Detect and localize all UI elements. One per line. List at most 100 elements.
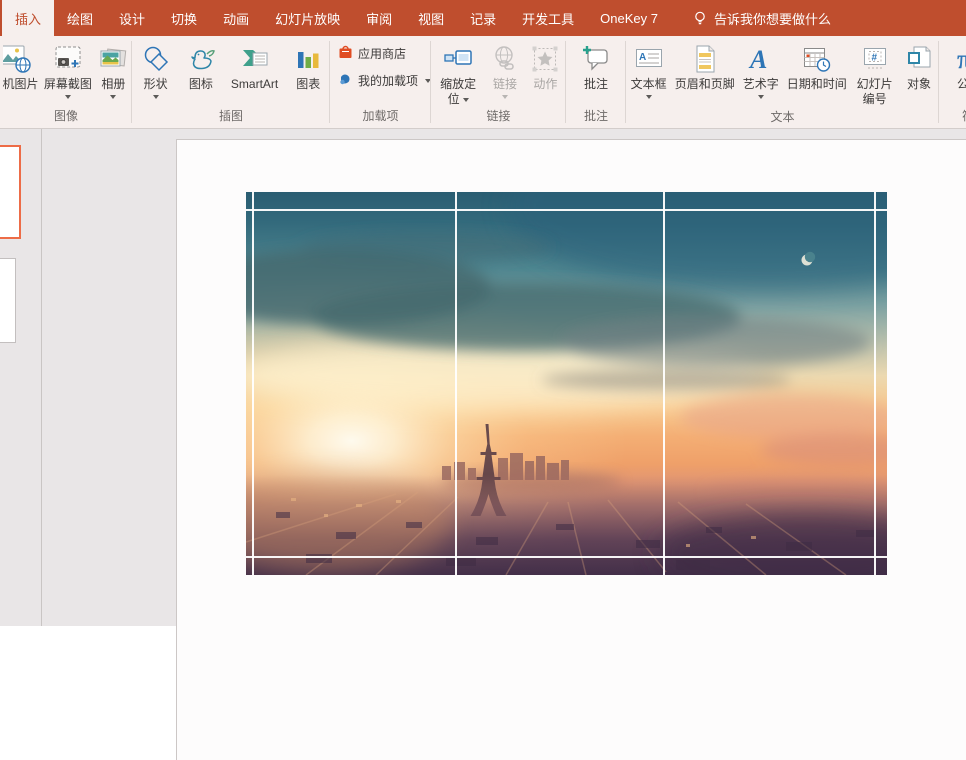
- screenshot-icon: [53, 40, 83, 77]
- button-label2: 位: [448, 92, 460, 106]
- button-label: 屏幕截图: [44, 77, 92, 92]
- tab-label: 审阅: [366, 9, 392, 28]
- comment-button[interactable]: 批注: [572, 39, 620, 93]
- tab-view[interactable]: 视图: [405, 0, 457, 36]
- slide-thumbnail-panel[interactable]: [0, 129, 42, 626]
- icons-button[interactable]: 图标: [179, 39, 222, 93]
- button-label: 批注: [584, 77, 608, 92]
- shapes-button[interactable]: 形状: [132, 39, 179, 100]
- link-button: 链接: [485, 39, 524, 100]
- object-button[interactable]: 对象: [899, 39, 939, 93]
- dropdown-arrow-icon: [110, 95, 116, 99]
- button-label: 文本框: [631, 77, 667, 92]
- online-pictures-button[interactable]: 机图片: [0, 39, 41, 93]
- photo-album-button[interactable]: 相册: [95, 39, 132, 100]
- store-button[interactable]: 应用商店: [338, 44, 406, 62]
- slide-number-button[interactable]: # 幻灯片 编号: [850, 39, 899, 108]
- textbox-button[interactable]: A 文本框: [626, 39, 671, 100]
- slide-picture-paris-sunset[interactable]: [246, 192, 887, 575]
- slide-thumbnail-2[interactable]: [0, 258, 16, 343]
- dropdown-arrow-icon: [502, 95, 508, 99]
- button-label: 应用商店: [358, 45, 406, 62]
- svg-text:A: A: [639, 52, 646, 63]
- equation-icon: π: [954, 40, 966, 77]
- dropdown-arrow-icon: [463, 98, 469, 102]
- tell-me-box[interactable]: 告诉我你想要做什么: [681, 0, 843, 36]
- tab-slideshow[interactable]: 幻灯片放映: [262, 0, 353, 36]
- tab-insert[interactable]: 插入: [2, 0, 54, 36]
- button-label: 日期和时间: [787, 77, 847, 92]
- button-label: 动作: [533, 77, 557, 92]
- button-label: 页眉和页脚: [675, 77, 735, 92]
- button-label: SmartArt: [231, 77, 278, 92]
- online-pictures-icon: [3, 40, 37, 77]
- ribbon-insert: 机图片 屏幕截图: [0, 36, 966, 129]
- dropdown-arrow-icon: [646, 95, 652, 99]
- button-label: 艺术字: [743, 77, 779, 92]
- svg-text:A: A: [748, 45, 767, 74]
- group-label-addins: 加载项: [330, 107, 431, 128]
- dropdown-arrow-icon: [153, 95, 159, 99]
- button-label: 链接: [493, 77, 517, 92]
- smartart-button[interactable]: SmartArt: [223, 39, 287, 93]
- button-label: 图标: [189, 77, 213, 92]
- svg-text:#: #: [871, 52, 877, 63]
- tab-label: 插入: [15, 9, 41, 28]
- grid-line-vertical-3: [663, 192, 665, 575]
- header-footer-icon: [692, 40, 718, 77]
- grid-line-vertical-2: [455, 192, 457, 575]
- tab-label: 幻灯片放映: [275, 9, 340, 28]
- hyperlink-icon: [490, 40, 520, 77]
- slide-thumbnail-1-selected[interactable]: [0, 145, 21, 239]
- grid-line-horizontal-1: [246, 209, 887, 211]
- button-label: 缩放定: [440, 77, 476, 92]
- datetime-button[interactable]: 日期和时间: [783, 39, 850, 93]
- tab-label: 动画: [223, 9, 249, 28]
- tab-developer[interactable]: 开发工具: [509, 0, 587, 36]
- tab-transitions[interactable]: 切换: [158, 0, 210, 36]
- screenshot-button[interactable]: 屏幕截图: [41, 39, 95, 100]
- tab-animations[interactable]: 动画: [210, 0, 262, 36]
- comment-icon: [581, 40, 611, 77]
- grid-line-horizontal-2: [246, 556, 887, 558]
- button-label: 我的加载项: [358, 72, 418, 89]
- tab-label: 绘图: [67, 9, 93, 28]
- button-label2: 编号: [863, 92, 887, 107]
- button-label: 相册: [101, 77, 125, 92]
- tab-draw[interactable]: 绘图: [54, 0, 106, 36]
- header-footer-button[interactable]: 页眉和页脚: [671, 39, 738, 93]
- zoom-button[interactable]: 缩放定 位: [431, 39, 485, 107]
- ribbon-tab-bar: 插入 绘图 设计 切换 动画 幻灯片放映 审阅 视图 记录 开发工具 OneKe…: [0, 0, 966, 36]
- tab-review[interactable]: 审阅: [353, 0, 405, 36]
- group-label-links: 链接: [431, 107, 566, 128]
- grid-line-vertical-1: [252, 192, 254, 575]
- ribbon-group-links: 缩放定 位 链接: [431, 36, 566, 128]
- textbox-icon: A: [634, 40, 664, 77]
- chart-button[interactable]: 图表: [287, 39, 330, 93]
- equation-button[interactable]: π 公式: [945, 39, 966, 100]
- ribbon-group-comments: 批注 批注: [566, 36, 626, 128]
- dropdown-arrow-icon: [65, 95, 71, 99]
- tab-label: 切换: [171, 9, 197, 28]
- wordart-button[interactable]: A 艺术字: [738, 39, 783, 100]
- dropdown-arrow-icon: [758, 95, 764, 99]
- ribbon-group-images: 机图片 屏幕截图: [0, 36, 132, 128]
- tab-recording[interactable]: 记录: [457, 0, 509, 36]
- my-addins-icon: [338, 71, 353, 89]
- ribbon-group-addins: 应用商店 我的加载项 加载项: [330, 36, 431, 128]
- slide-canvas[interactable]: [176, 139, 966, 760]
- shapes-icon: [141, 40, 171, 77]
- group-label-comments: 批注: [566, 107, 626, 128]
- action-button: 动作: [525, 39, 566, 93]
- tab-onekey[interactable]: OneKey 7: [587, 0, 671, 36]
- tab-label: 视图: [418, 9, 444, 28]
- icons-duck-icon: [185, 40, 217, 77]
- my-addins-button[interactable]: 我的加载项: [338, 71, 431, 89]
- ribbon-group-text: A 文本框 页眉和页脚: [626, 36, 939, 128]
- smartart-icon: [239, 40, 271, 77]
- workspace: [0, 129, 966, 626]
- button-label: 形状: [144, 77, 168, 92]
- tab-label: 记录: [470, 9, 496, 28]
- tab-design[interactable]: 设计: [106, 0, 158, 36]
- wordart-icon: A: [746, 40, 776, 77]
